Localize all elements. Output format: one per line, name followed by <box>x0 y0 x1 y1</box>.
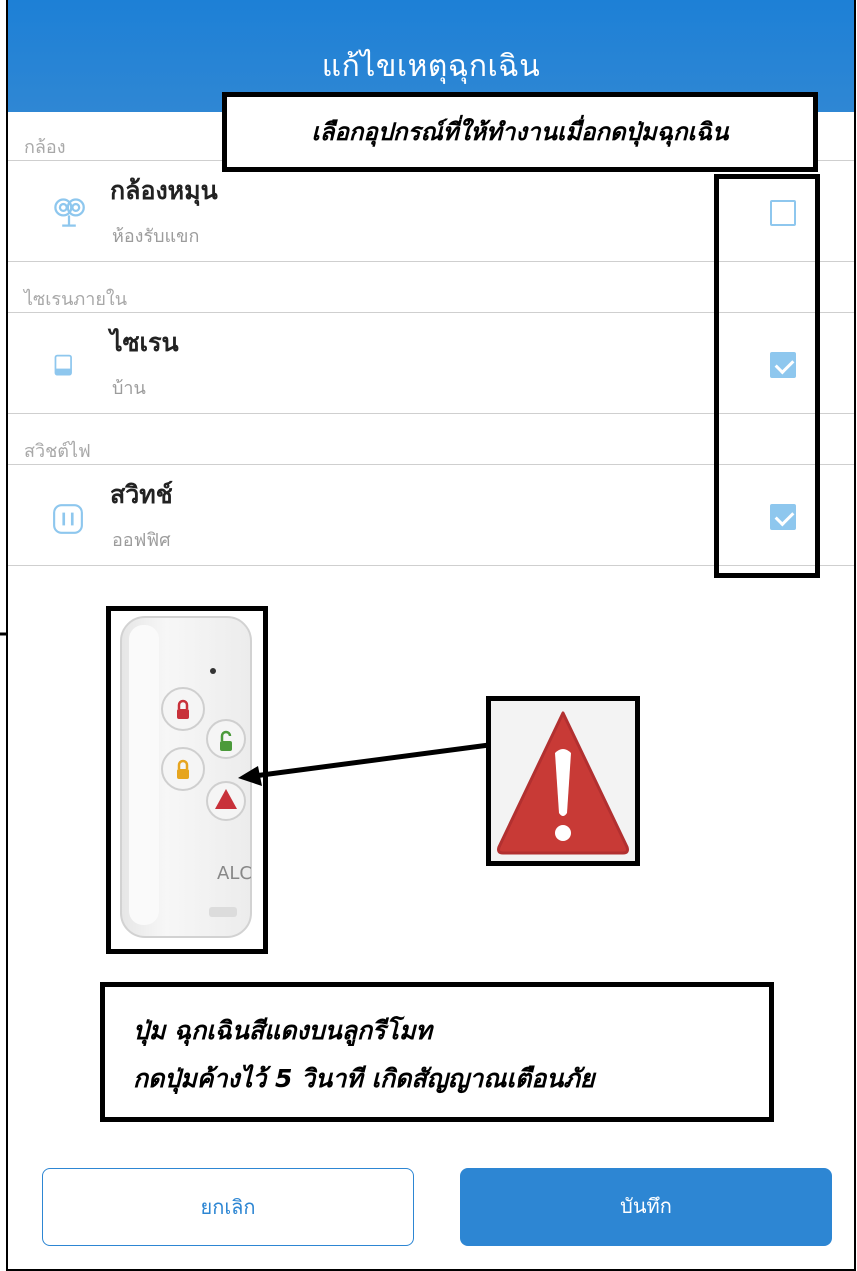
annotation-select-devices: เลือกอุปกรณ์ที่ให้ทำงานเมื่อกดปุ่มฉุกเฉิ… <box>222 92 818 172</box>
device-name: ไซเรน <box>110 328 179 357</box>
device-location: ห้องรับแขก <box>112 226 200 247</box>
annotation-checkbox-frame <box>714 174 820 578</box>
annotation-panic-instructions: ปุ่ม ฉุกเฉินสีแดงบนลูกรีโมท กดปุ่มค้างไว… <box>100 982 774 1122</box>
remote-brand: ALC <box>217 863 252 884</box>
annotation-line: กดปุ่มค้างไว้ 5 วินาที เกิดสัญญาณเตือนภั… <box>133 1064 595 1093</box>
device-name: กล้องหมุน <box>110 176 218 205</box>
warning-icon <box>497 711 629 855</box>
app-screen: แก้ไขเหตุฉุกเฉิน กล้อง กล้องหมุน ห้องรับ… <box>6 0 856 1271</box>
device-name: สวิทช์ <box>110 480 173 509</box>
device-location: บ้าน <box>112 378 146 399</box>
warning-image-frame <box>486 696 640 866</box>
siren-icon <box>54 354 72 376</box>
device-location: ออฟฟิศ <box>112 530 171 551</box>
save-button[interactable]: บันทึก <box>460 1168 832 1246</box>
pointer-arrow <box>238 742 490 786</box>
annotation-line: ปุ่ม ฉุกเฉินสีแดงบนลูกรีโมท <box>133 1016 432 1045</box>
switch-icon <box>53 504 83 534</box>
camera-icon <box>54 198 85 227</box>
cancel-button[interactable]: ยกเลิก <box>42 1168 414 1246</box>
